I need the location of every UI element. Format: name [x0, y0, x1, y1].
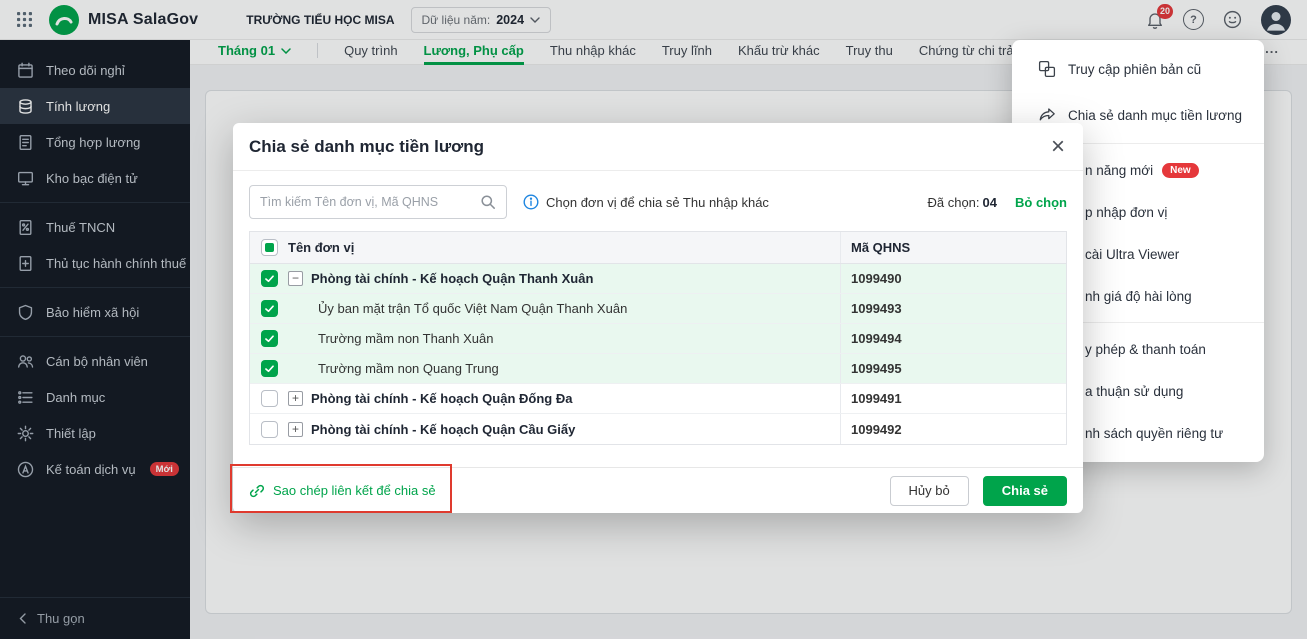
info-icon [523, 194, 539, 210]
unit-code: 1099492 [840, 414, 1066, 444]
unit-name: Trường mầm non Thanh Xuân [318, 331, 494, 346]
unit-name: Ủy ban mặt trận Tổ quốc Việt Nam Quận Th… [318, 301, 627, 316]
table-row[interactable]: Ủy ban mặt trận Tổ quốc Việt Nam Quận Th… [250, 294, 1066, 324]
share-icon [1038, 106, 1056, 124]
menu-item-label: nh sách quyền riêng tư [1085, 426, 1223, 441]
table-row[interactable]: − Phòng tài chính - Kế hoạch Quận Thanh … [250, 264, 1066, 294]
row-checkbox-checked[interactable] [261, 360, 278, 377]
menu-item-label: nh giá độ hài lòng [1085, 289, 1192, 304]
table-row[interactable]: Trường mầm non Thanh Xuân 1099494 [250, 324, 1066, 354]
row-checkbox-checked[interactable] [261, 270, 278, 287]
unit-code: 1099491 [840, 384, 1066, 413]
info-text: Chọn đơn vị để chia sẻ Thu nhập khác [546, 195, 769, 210]
menu-item-label: a thuận sử dụng [1085, 384, 1183, 399]
modal-header: Chia sẻ danh mục tiền lương × [233, 123, 1083, 171]
row-checkbox-checked[interactable] [261, 330, 278, 347]
expand-icon[interactable]: + [288, 391, 303, 406]
table-row[interactable]: + Phòng tài chính - Kế hoạch Quận Cầu Gi… [250, 414, 1066, 444]
selected-count: Đã chọn: 04 [927, 195, 997, 210]
copy-share-link[interactable]: Sao chép liên kết để chia sẻ [249, 483, 436, 499]
share-salary-catalog-modal: Chia sẻ danh mục tiền lương × Chọn đơn v… [233, 123, 1083, 513]
menu-item-old-version[interactable]: Truy cập phiên bản cũ [1012, 46, 1264, 92]
link-icon [249, 483, 265, 499]
table-row[interactable]: + Phòng tài chính - Kế hoạch Quận Đống Đ… [250, 384, 1066, 414]
menu-item-label: n năng mới [1085, 163, 1153, 178]
unit-name: Phòng tài chính - Kế hoạch Quận Thanh Xu… [311, 271, 593, 286]
unit-code: 1099494 [840, 324, 1066, 353]
share-button[interactable]: Chia sẻ [983, 476, 1067, 506]
collapse-icon[interactable]: − [288, 271, 303, 286]
modal-footer: Sao chép liên kết để chia sẻ Hủy bỏ Chia… [233, 467, 1083, 513]
app-root: MISA SalaGov TRƯỜNG TIỂU HỌC MISA Dữ liệ… [0, 0, 1307, 639]
menu-item-label: Chia sẻ danh mục tiền lương [1068, 108, 1242, 123]
row-checkbox-checked[interactable] [261, 300, 278, 317]
expand-icon[interactable]: + [288, 422, 303, 437]
select-all-checkbox[interactable] [261, 239, 278, 256]
table-header-row: Tên đơn vị Mã QHNS [250, 232, 1066, 264]
copy-share-link-label: Sao chép liên kết để chia sẻ [273, 483, 436, 498]
new-badge: New [1162, 163, 1199, 178]
modal-toolbar: Chọn đơn vị để chia sẻ Thu nhập khác Đã … [249, 185, 1067, 219]
search-icon [480, 194, 496, 210]
unit-code: 1099490 [840, 264, 1066, 293]
table-row[interactable]: Trường mầm non Quang Trung 1099495 [250, 354, 1066, 384]
unit-name: Phòng tài chính - Kế hoạch Quận Cầu Giấy [311, 422, 575, 437]
info-hint: Chọn đơn vị để chia sẻ Thu nhập khác [523, 194, 769, 210]
row-checkbox-unchecked[interactable] [261, 390, 278, 407]
unit-name: Phòng tài chính - Kế hoạch Quận Đống Đa [311, 391, 572, 406]
modal-title: Chia sẻ danh mục tiền lương [249, 137, 1049, 157]
menu-item-label: y phép & thanh toán [1085, 342, 1206, 357]
selected-count-value: 04 [983, 195, 997, 210]
unit-code: 1099495 [840, 354, 1066, 383]
column-header-unit-code: Mã QHNS [840, 232, 1066, 263]
selected-label: Đã chọn: [927, 195, 979, 210]
deselect-all-link[interactable]: Bỏ chọn [1015, 195, 1067, 210]
unit-name: Trường mầm non Quang Trung [318, 361, 499, 376]
menu-item-label: Truy cập phiên bản cũ [1068, 62, 1201, 77]
menu-item-label: p nhập đơn vị [1085, 205, 1167, 220]
units-table: Tên đơn vị Mã QHNS − Phòng tài chính - K… [249, 231, 1067, 445]
cancel-button[interactable]: Hủy bỏ [890, 476, 969, 506]
menu-item-label: cài Ultra Viewer [1085, 247, 1179, 262]
close-icon[interactable]: × [1049, 135, 1067, 159]
row-checkbox-unchecked[interactable] [261, 421, 278, 438]
column-header-unit-name: Tên đơn vị [288, 232, 840, 263]
unit-code: 1099493 [840, 294, 1066, 323]
search-input[interactable] [260, 195, 480, 209]
versions-icon [1038, 60, 1056, 78]
search-box [249, 185, 507, 219]
